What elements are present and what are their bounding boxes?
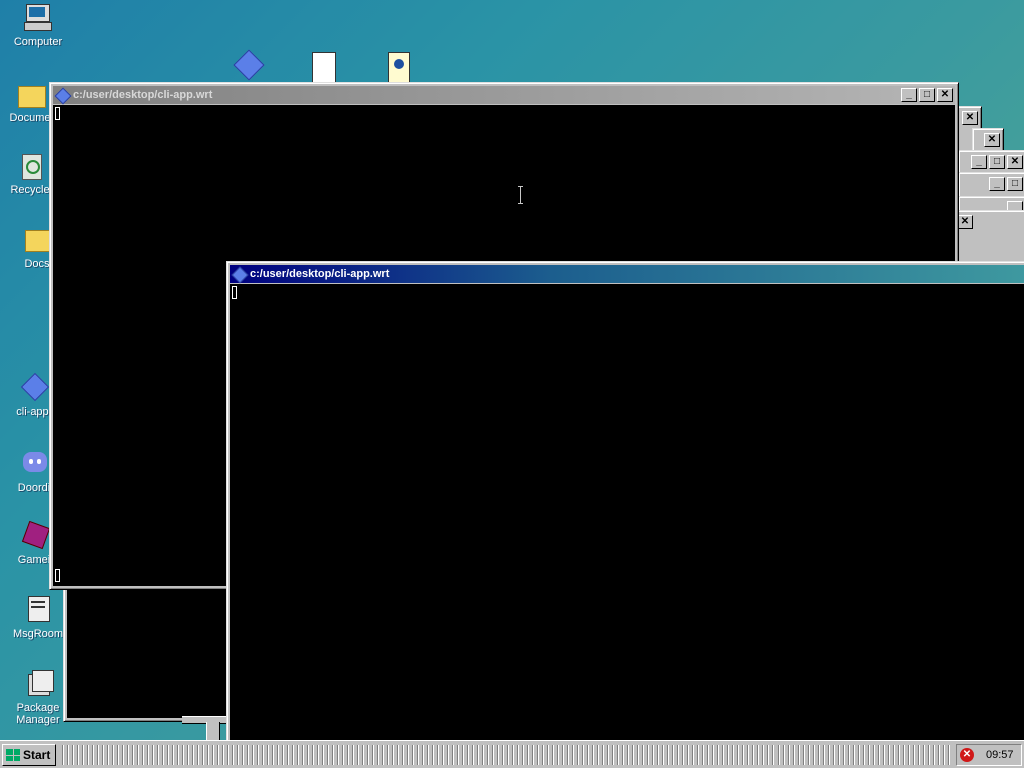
minimize-button[interactable]: _ (971, 155, 987, 169)
msgroom-icon (22, 594, 54, 626)
desktop-icon-label: Computer (13, 36, 63, 48)
close-button[interactable]: ✕ (937, 88, 953, 102)
start-button[interactable]: Start (2, 744, 56, 766)
text-document-icon[interactable] (312, 52, 336, 84)
close-button[interactable]: ✕ (962, 111, 978, 125)
start-label: Start (23, 748, 51, 762)
title-bar[interactable]: c:/user/desktop/cli-app.wrt (230, 265, 1024, 284)
recycle-bin-icon (14, 150, 46, 182)
maximize-button[interactable]: □ (1007, 177, 1023, 191)
clock[interactable]: 09:57 (986, 749, 1014, 761)
ibeam-cursor-icon (518, 186, 524, 204)
maximize-button[interactable]: □ (919, 88, 935, 102)
start-logo-icon (6, 749, 20, 761)
desktop-icon-computer[interactable]: Computer (6, 2, 70, 48)
computer-icon (22, 2, 54, 34)
error-icon[interactable]: ✕ (960, 748, 974, 762)
package-icon (22, 668, 54, 700)
diamond-app-icon (231, 266, 249, 284)
background-window[interactable] (63, 586, 235, 722)
title-bar[interactable]: c:/user/desktop/cli-app.wrt _ □ ✕ (53, 86, 955, 105)
window-title: c:/user/desktop/cli-app.wrt (73, 89, 213, 101)
minimize-button[interactable]: _ (989, 177, 1005, 191)
diamond-app-icon[interactable] (233, 49, 265, 81)
system-tray: ✕ 09:57 (956, 744, 1022, 766)
terminal-area[interactable] (67, 590, 231, 718)
chat-icon (18, 448, 50, 480)
text-cursor (55, 569, 60, 582)
diamond-app-icon (18, 372, 50, 404)
window-edge (206, 722, 220, 740)
desktop-icon-msgroom[interactable]: MsgRoom (6, 594, 70, 640)
desktop-icon-label: MsgRoom (12, 628, 64, 640)
folder-icon (14, 78, 46, 110)
minimize-button[interactable]: _ (901, 88, 917, 102)
maximize-button[interactable]: □ (989, 155, 1005, 169)
window-title: c:/user/desktop/cli-app.wrt (250, 268, 390, 280)
cli-app-window-active[interactable]: c:/user/desktop/cli-app.wrt (226, 261, 1024, 753)
diamond-app-icon (54, 87, 72, 105)
text-cursor (232, 286, 237, 299)
taskbar: Start ✕ 09:57 (0, 740, 1024, 768)
taskbar-quicklaunch-area[interactable] (778, 745, 952, 765)
terminal-area[interactable] (230, 284, 1024, 752)
close-button[interactable]: ✕ (1007, 155, 1023, 169)
close-button[interactable]: ✕ (984, 133, 1000, 147)
desktop-icon-label: Package Manager (16, 702, 60, 726)
game-icon (18, 520, 51, 552)
desktop-icon-package-manager[interactable]: Package Manager (6, 668, 70, 726)
taskbar-tasks-area[interactable] (62, 745, 774, 765)
close-button[interactable]: ✕ (957, 215, 973, 229)
web-document-icon[interactable] (388, 52, 410, 84)
text-cursor (55, 107, 60, 120)
